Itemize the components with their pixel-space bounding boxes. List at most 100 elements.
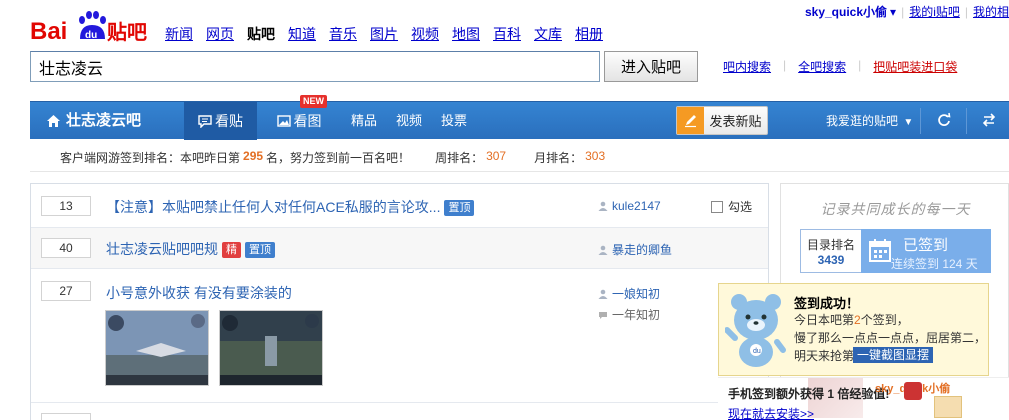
nav-music[interactable]: 音乐 [329,24,357,44]
elite-tag: 精 [222,242,241,258]
user-icon [598,289,608,299]
catalog-rank-label: 目录排名 [806,238,855,252]
nav-web[interactable]: 网页 [206,24,234,44]
svg-text:Bai: Bai [30,18,67,45]
thread-author[interactable]: kule2147 [598,199,661,213]
calendar-icon [869,239,891,262]
share-screenshot-button[interactable]: 一键截图显摆 [853,347,934,363]
reply-count [41,413,91,420]
search-in-forum-link[interactable]: 吧内搜索 [723,58,771,75]
search-input[interactable] [30,51,600,82]
new-badge: NEW [300,95,327,108]
month-rank-label: 月排名： [534,151,583,165]
author-name: kule2147 [612,199,661,213]
popup-line1-suffix: 个签到， [860,313,909,327]
author-name: 一娘知初 [612,287,661,301]
thread-author[interactable]: 一娘知初 [598,285,660,302]
week-rank-label: 周排名： [435,151,484,165]
baidu-tieba-logo[interactable]: Bai du 贴吧 [30,6,150,46]
month-rank-value: 303 [585,149,606,163]
pocket-tieba-link[interactable]: 把贴吧装进口袋 [873,58,957,75]
catalog-rank-box[interactable]: 目录排名 3439 [800,229,862,273]
gift-icon [934,396,962,418]
my-itieba-link[interactable]: 我的i贴吧 [909,3,960,20]
tab-vote[interactable]: 投票 [441,102,467,140]
refresh-icon[interactable] [936,112,952,131]
sticky-tag: 置顶 [245,242,275,258]
install-now-link[interactable]: 现在就去安装>> [728,405,814,420]
search-links: 吧内搜索 | 全吧搜索 | 把贴吧装进口袋 [723,58,957,75]
divider [920,108,921,134]
author-name: 暴走的卿鱼 [612,243,673,257]
signin-order-value: 2 [854,313,861,327]
thread-title[interactable]: 壮志凌云贴吧吧规精置顶 [106,239,275,259]
image-icon [276,115,291,127]
reply-count: 27 [41,281,91,301]
my-forums-menu[interactable]: 我爱逛的贴吧 ▼ [826,102,913,140]
thread-author[interactable]: 暴走的卿鱼 [598,241,672,258]
enter-forum-button[interactable]: 进入贴吧 [604,51,698,82]
nav-baike[interactable]: 百科 [493,24,521,44]
sticky-tag: 置顶 [444,200,475,216]
divider: | [858,58,862,72]
tab-posts-label: 看贴 [215,113,243,129]
reply-count: 13 [41,196,91,216]
user-icon [598,201,608,211]
nav-news[interactable]: 新闻 [165,24,193,44]
nav-video[interactable]: 视频 [411,24,439,44]
week-rank-value: 307 [486,149,507,163]
signed-label: 已签到 [903,237,949,254]
nav-images[interactable]: 图片 [370,24,398,44]
thread-list: 13 【注意】本贴吧禁止任何人对任何ACE私服的言论攻... 置顶 kule214… [30,183,769,420]
tab-posts[interactable]: 看贴 [184,102,257,140]
thread-row[interactable]: 40 壮志凌云贴吧吧规精置顶 暴走的卿鱼 [31,228,768,269]
rank-suffix: 名，努力签到前一百名吧！ [266,151,411,165]
sign-rank-bar: 客户端网游签到排名：本吧昨日第 295 名，努力签到前一百名吧！ 周排名： 30… [60,149,605,166]
user-icon [598,245,608,255]
nav-zhidao[interactable]: 知道 [288,24,316,44]
signed-in-box[interactable]: 已签到 连续签到 124 天 [861,229,991,273]
last-reply-author[interactable]: 一年知初 [598,306,660,323]
pencil-icon [677,107,704,134]
thread-title-text: 【注意】本贴吧禁止任何人对任何ACE私服的言论攻... [106,199,441,215]
mobile-promo-title: 手机签到额外获得 1 倍经验值! [728,387,890,401]
forum-home-link[interactable]: 壮志凌云吧 [46,102,141,140]
thread-image-thumbnail[interactable] [219,310,323,386]
nav-tieba[interactable]: 贴吧 [247,24,275,44]
thread-row[interactable] [31,403,768,420]
username-link[interactable]: sky_quick小偷 [805,3,887,20]
checkbox-icon [711,200,723,213]
popup-line1-prefix: 今日本吧第 [794,313,855,327]
chat-bubble-icon [198,115,212,129]
reply-icon [599,311,607,319]
catalog-rank-value: 3439 [817,253,845,267]
thread-row[interactable]: 27 小号意外收获 有没有要涂装的 一娘知初 一年知初 [31,269,768,403]
svg-text:du: du [753,348,761,355]
thread-row[interactable]: 13 【注意】本贴吧禁止任何人对任何ACE私服的言论攻... 置顶 kule214… [31,184,768,228]
chevron-down-icon: ▼ [903,117,914,128]
tab-elite[interactable]: 精品 [351,102,377,140]
nav-map[interactable]: 地图 [452,24,480,44]
nav-album[interactable]: 相册 [575,24,603,44]
my-forums-label: 我爱逛的贴吧 [826,114,899,128]
thread-title[interactable]: 【注意】本贴吧禁止任何人对任何ACE私服的言论攻... 置顶 [106,197,475,217]
select-checkbox[interactable]: 勾选 [711,198,752,215]
mobile-signin-promo: 手机签到额外获得 1 倍经验值! 现在就去安装>> sky_quick小偷 [718,377,1009,420]
nav-wenku[interactable]: 文库 [534,24,562,44]
bear-mascot-icon: du [725,294,786,367]
new-post-button[interactable]: 发表新贴 [676,106,768,135]
thread-title-text: 壮志凌云贴吧吧规 [106,241,218,257]
chevron-down-icon[interactable]: ▾ [890,5,896,19]
home-icon [47,115,60,127]
my-album-link[interactable]: 我的相 [973,3,1009,20]
select-label: 勾选 [728,200,753,214]
search-all-link[interactable]: 全吧搜索 [798,58,846,75]
tab-video[interactable]: 视频 [396,102,422,140]
reply-count: 40 [41,238,91,258]
divider: | [901,4,905,19]
divider [966,108,967,134]
avatar [904,382,922,400]
thread-title[interactable]: 小号意外收获 有没有要涂装的 [106,283,292,303]
switch-icon[interactable] [981,112,997,131]
thread-image-thumbnail[interactable] [105,310,209,386]
